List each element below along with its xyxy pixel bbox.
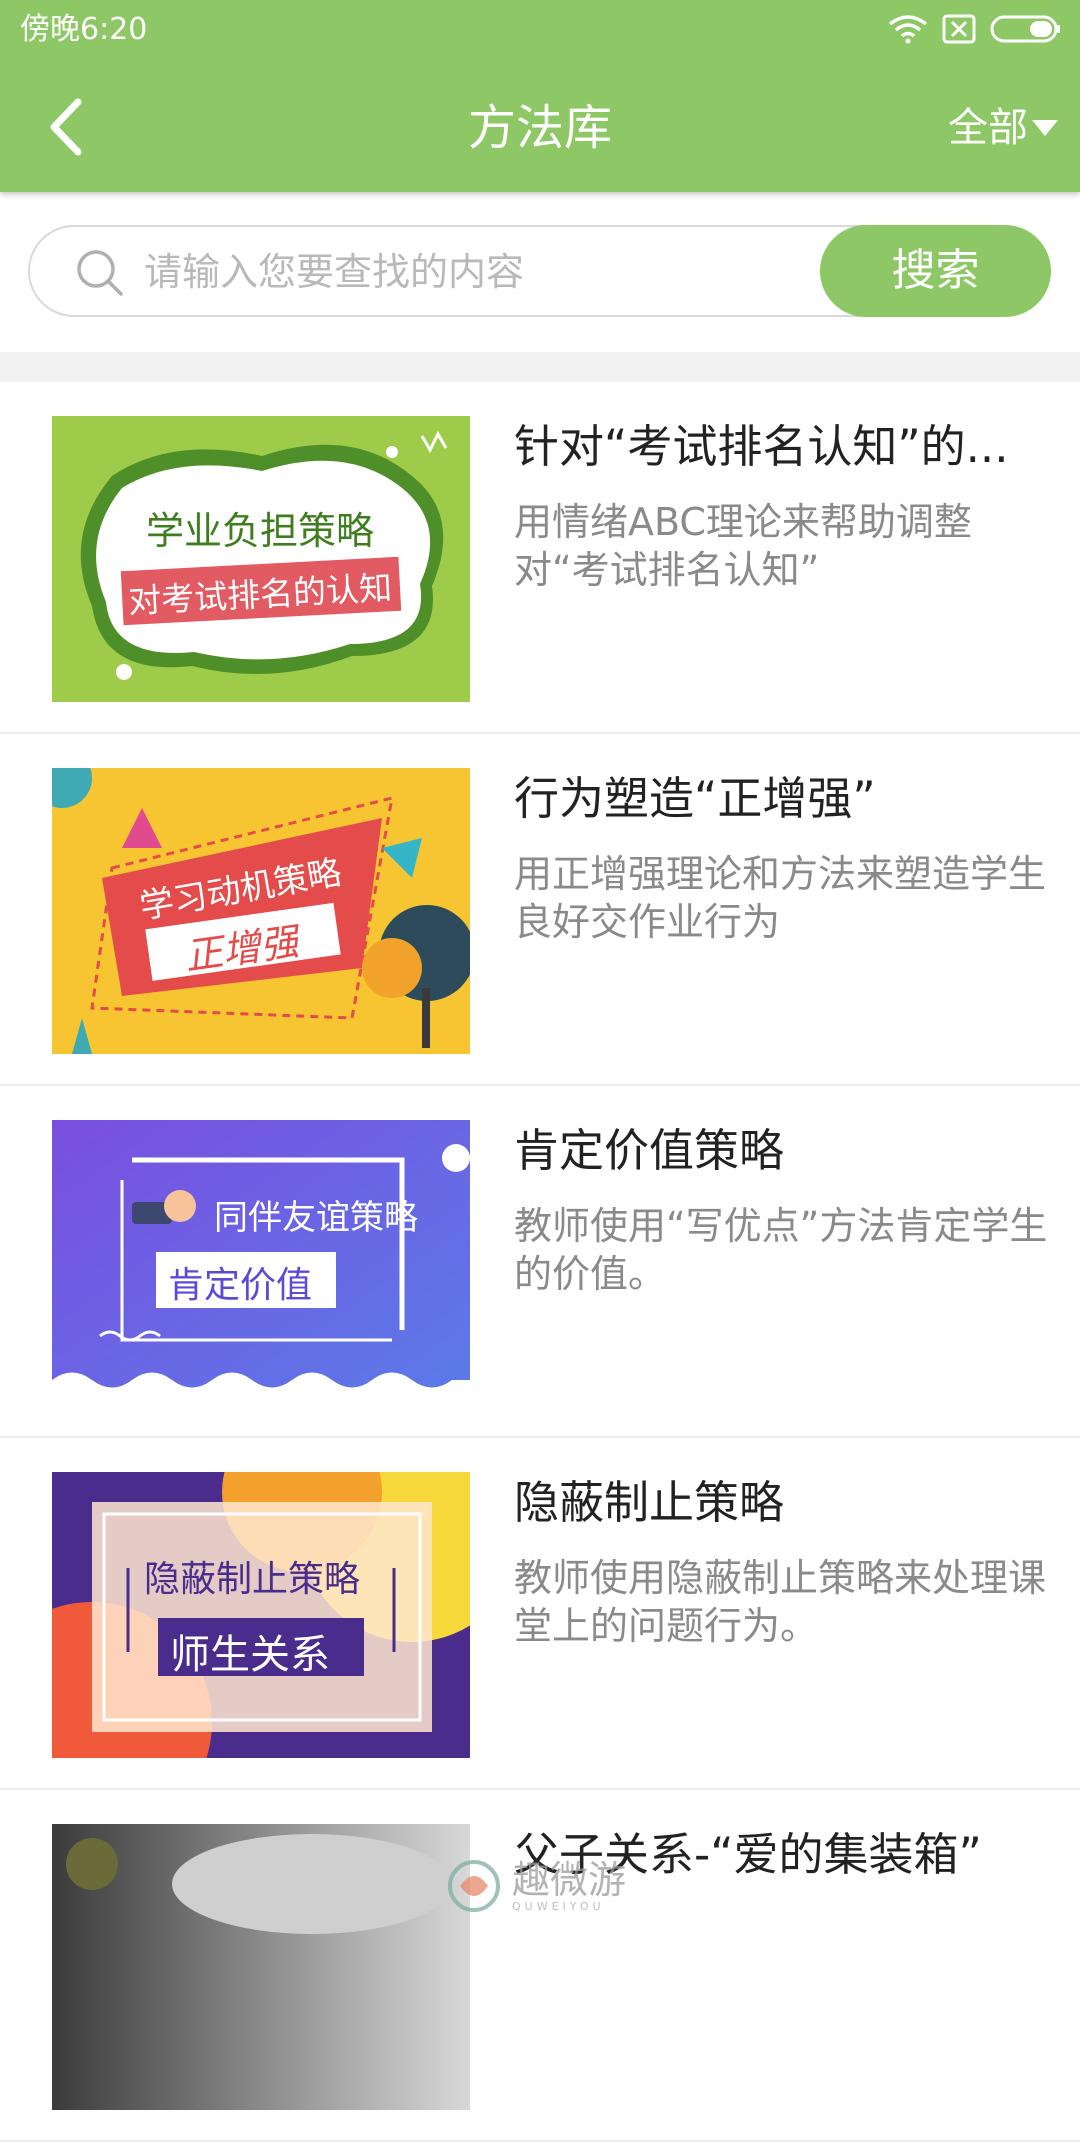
wifi-icon: [888, 15, 928, 44]
search-bar: 搜索: [0, 192, 1080, 352]
section-divider: [0, 352, 1080, 382]
list-item[interactable]: 隐蔽制止策略 师生关系 隐蔽制止策略 教师使用隐蔽制止策略来处理课堂上的问题行为…: [0, 1438, 1080, 1790]
search-input[interactable]: [142, 239, 846, 305]
item-thumbnail: 学习动机策略 正增强: [52, 768, 470, 1054]
item-thumbnail: 学业负担策略 对考试排名的认知: [52, 416, 470, 702]
item-title: 肯定价值策略: [514, 1124, 785, 1177]
item-thumbnail: 同伴友谊策略 肯定价值: [52, 1120, 470, 1406]
status-icons: [888, 14, 1062, 44]
item-thumbnail: 隐蔽制止策略 师生关系: [52, 1472, 470, 1758]
status-time: 傍晚6:20: [20, 12, 148, 47]
search-button[interactable]: 搜索: [820, 225, 1051, 317]
thumb-subtitle: 师生关系: [170, 1632, 330, 1678]
item-title: 针对“考试排名认知”的...: [514, 420, 1009, 473]
watermark-logo-icon: [448, 1860, 500, 1912]
item-thumbnail: [52, 1824, 470, 2110]
item-title: 隐蔽制止策略: [514, 1476, 785, 1529]
list-item[interactable]: 同伴友谊策略 肯定价值 肯定价值策略 教师使用“写优点”方法肯定学生的价值。: [0, 1086, 1080, 1438]
filter-label: 全部: [948, 105, 1028, 151]
list-item[interactable]: 学习动机策略 正增强 行为塑造“正增强” 用正增强理论和方法来塑造学生良好交作业…: [0, 734, 1080, 1086]
thumb-subtitle: 肯定价值: [168, 1265, 313, 1306]
item-description: 教师使用隐蔽制止策略来处理课堂上的问题行为。: [514, 1556, 1047, 1648]
thumb-title: 隐蔽制止策略: [144, 1559, 361, 1600]
item-title: 行为塑造“正增强”: [514, 772, 876, 825]
sim-card-icon: [942, 14, 976, 44]
watermark: 趣微游 QUWEIYOU: [446, 1858, 626, 1914]
item-description: 教师使用“写优点”方法肯定学生的价值。: [514, 1204, 1048, 1296]
item-description: 用正增强理论和方法来塑造学生良好交作业行为: [514, 852, 1047, 944]
list-item[interactable]: 学业负担策略 对考试排名的认知 针对“考试排名认知”的... 用情绪ABC理论来…: [0, 382, 1080, 734]
list-item[interactable]: 父子关系-“爱的集装箱”: [0, 1790, 1080, 2142]
thumb-title: 学业负担策略: [146, 509, 375, 553]
page-title: 方法库: [467, 100, 612, 156]
search-icon: [77, 250, 123, 296]
filter-dropdown[interactable]: 全部: [948, 100, 1060, 156]
battery-icon: [990, 15, 1060, 43]
triangle-down-icon: [1032, 120, 1058, 136]
thumb-title: 同伴友谊策略: [214, 1198, 418, 1238]
item-description: 用情绪ABC理论来帮助调整对“考试排名认知”: [514, 500, 972, 592]
watermark-text: 趣微游: [512, 1857, 627, 1902]
app-header: 傍晚6:20 方法库 全部: [0, 0, 1080, 192]
